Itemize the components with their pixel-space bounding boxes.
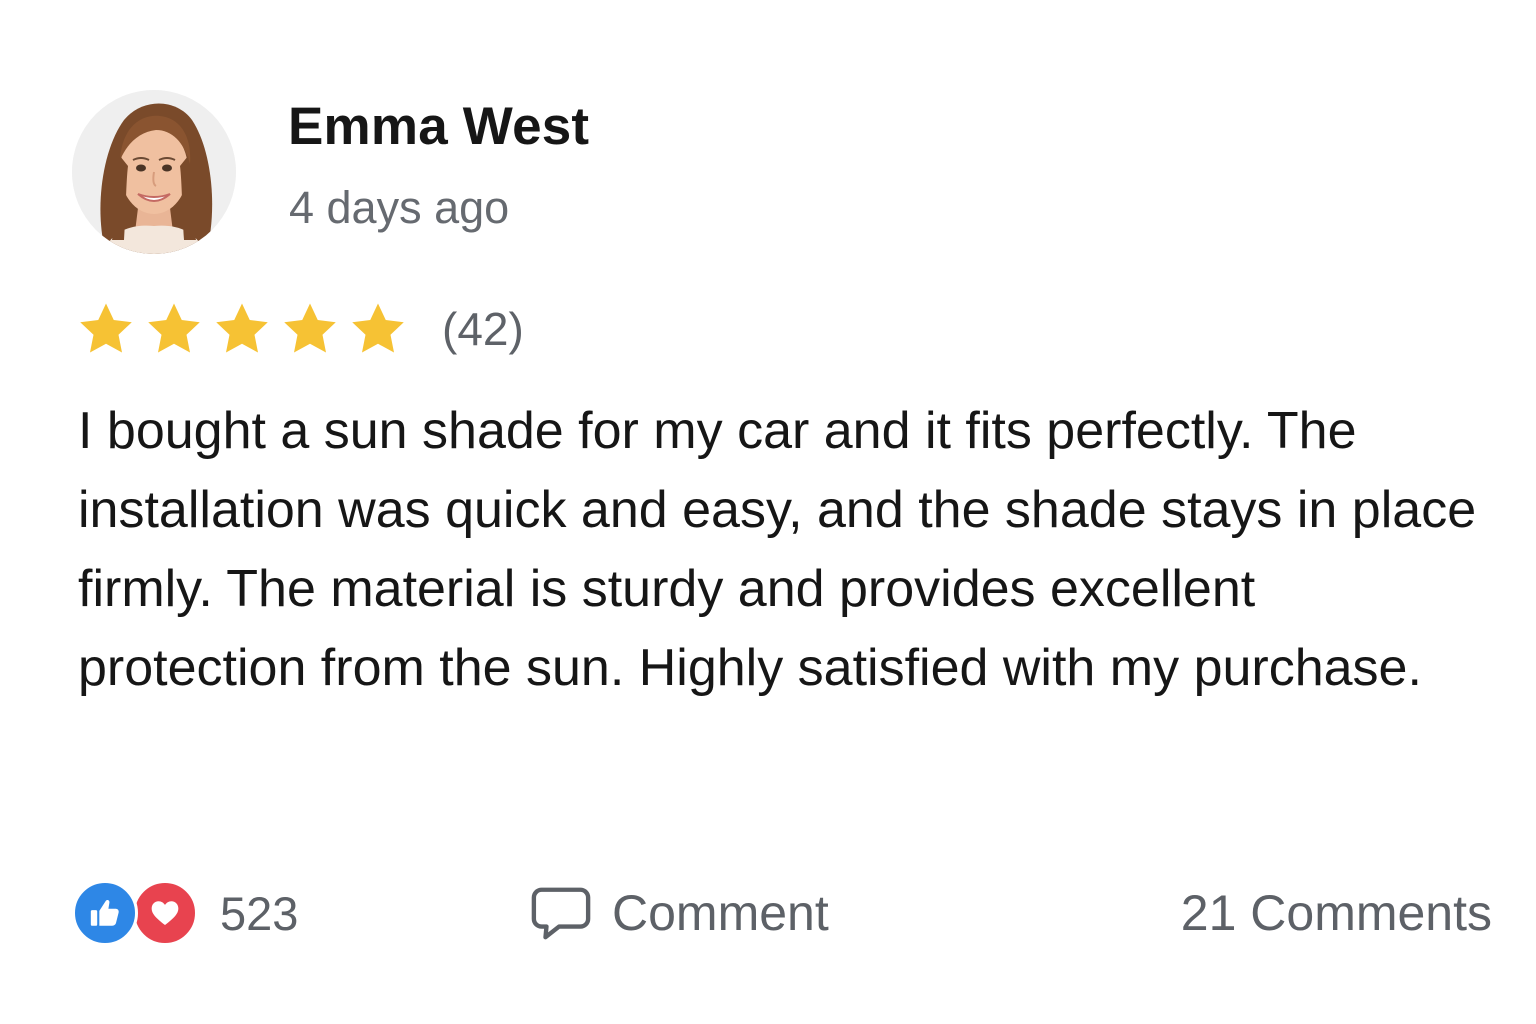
star-icon xyxy=(148,303,200,353)
reaction-count: 523 xyxy=(220,886,299,940)
comments-count-link[interactable]: 21 Comments xyxy=(1181,880,1492,946)
comment-button-label: Comment xyxy=(612,885,829,941)
rating-count: (42) xyxy=(442,303,524,355)
avatar[interactable] xyxy=(72,90,236,254)
star-icon xyxy=(352,303,404,353)
user-name[interactable]: Emma West xyxy=(288,96,589,157)
comment-button[interactable]: Comment xyxy=(530,880,829,946)
reactions-summary[interactable]: 523 xyxy=(72,880,298,946)
comment-bubble-icon xyxy=(531,887,591,940)
star-icon xyxy=(80,303,132,353)
star-rating xyxy=(76,299,416,359)
review-timestamp: 4 days ago xyxy=(289,182,510,233)
thumbs-up-glyph xyxy=(90,900,119,926)
star-icon xyxy=(216,303,268,353)
heart-glyph xyxy=(151,901,179,925)
review-footer: 523 Comment 21 Comments xyxy=(72,878,1492,948)
review-card: Emma West 4 days ago (42) I bought a sun… xyxy=(0,0,1536,1024)
avatar-image xyxy=(72,90,236,254)
thumbs-up-icon xyxy=(72,880,138,946)
review-text: I bought a sun shade for my car and it f… xyxy=(78,402,1477,697)
heart-icon xyxy=(132,880,198,946)
star-icon xyxy=(284,303,336,353)
rating-row: (42) xyxy=(76,296,524,362)
